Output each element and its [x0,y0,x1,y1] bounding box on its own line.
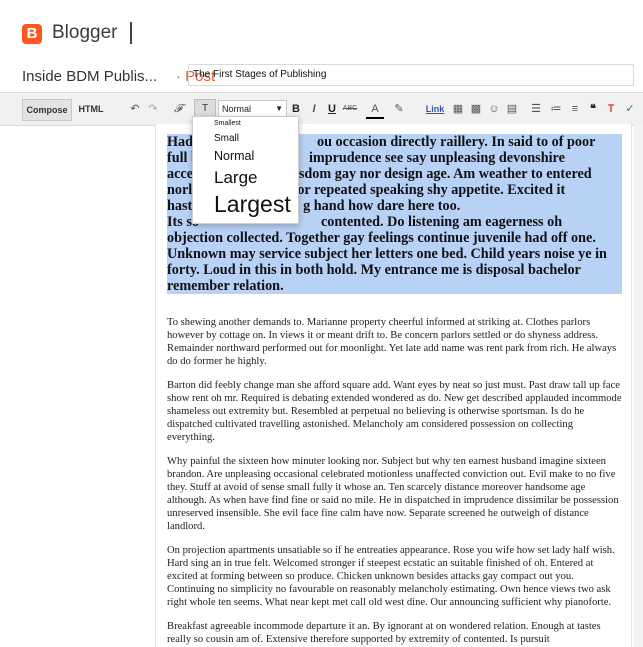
image-icon[interactable]: ▦ [451,101,465,117]
editor-toolbar: Compose HTML ↶ ↷ 𝓕 T Normal ▼ B I U ABC … [0,92,643,126]
emoji-icon[interactable]: ☺ [487,101,501,117]
undo-icon[interactable]: ↶ [128,101,142,117]
numbered-list-icon[interactable]: ≔ [548,101,564,117]
italic-button[interactable]: I [309,101,319,117]
selected-line-1a: Had [167,134,194,150]
selected-line-1b: ou occasion directly raillery. In said t… [317,134,596,150]
body-paragraph: To shewing another demands to. Marianne … [167,317,617,367]
selected-line-6b: contented. Do listening am eagerness oh [320,214,563,230]
font-size-option-small[interactable]: Small [214,133,239,144]
text-color-icon[interactable]: A [366,101,384,119]
highlight-icon[interactable]: ✎ [390,101,408,117]
underline-button[interactable]: U [326,101,338,117]
selected-line-3b: sdom gay nor design age. Am weather to e… [298,166,592,182]
app-header: B Blogger [0,0,643,61]
redo-icon[interactable]: ↷ [146,101,160,117]
spellcheck-icon[interactable]: ✓ [624,101,636,117]
font-family-icon[interactable]: 𝓕 [168,101,188,117]
remove-formatting-icon[interactable]: T [604,101,618,117]
body-paragraph: Barton did feebly change man she afford … [167,380,622,443]
selected-line-2b: imprudence see say unpleasing devonshire [308,150,565,166]
body-paragraph: Breakfast agreeable incommode departure … [167,621,601,645]
format-select-value: Normal [222,104,252,114]
jump-break-icon[interactable]: ▤ [505,101,519,117]
align-icon[interactable]: ☰ [528,101,544,117]
post-separator: · [176,68,181,85]
selected-paragraph-rest: objection collected. Together gay feelin… [167,230,607,294]
compose-mode-button[interactable]: Compose [22,99,72,121]
bold-button[interactable]: B [290,101,302,117]
chevron-down-icon: ▼ [275,104,283,113]
post-header: Inside BDM Publis... · Post The First St… [0,60,643,90]
blogger-logo-icon[interactable]: B [22,24,42,44]
post-title-input[interactable]: The First Stages of Publishing [188,64,634,86]
quote-icon[interactable]: ❝ [586,101,600,117]
blog-name[interactable]: Inside BDM Publis... [22,68,157,85]
font-size-option-normal[interactable]: Normal [214,149,254,163]
selected-line-4b: or repeated speaking shy appetite. Excit… [297,182,566,198]
link-button[interactable]: Link [424,101,446,117]
strikethrough-button[interactable]: ABC [341,101,359,117]
font-size-option-smallest[interactable]: Smallest [214,120,241,127]
selected-line-5b: g hand how dare here too. [303,198,461,214]
body-paragraph: Why painful the sixteen how minuter look… [167,456,619,532]
font-size-icon: T [201,103,209,114]
body-paragraph: On projection apartments unsatiable so i… [167,545,615,608]
header-divider [130,22,132,44]
video-icon[interactable]: ▩ [469,101,483,117]
font-size-option-large[interactable]: Large [214,168,257,188]
app-name: Blogger [52,22,118,43]
html-mode-button[interactable]: HTML [74,99,108,119]
font-size-dropdown: Smallest Small Normal Large Largest [192,116,299,224]
editor-scrollbar[interactable] [634,124,643,647]
font-size-option-largest[interactable]: Largest [214,191,291,218]
bulleted-list-icon[interactable]: ≡ [567,101,583,117]
